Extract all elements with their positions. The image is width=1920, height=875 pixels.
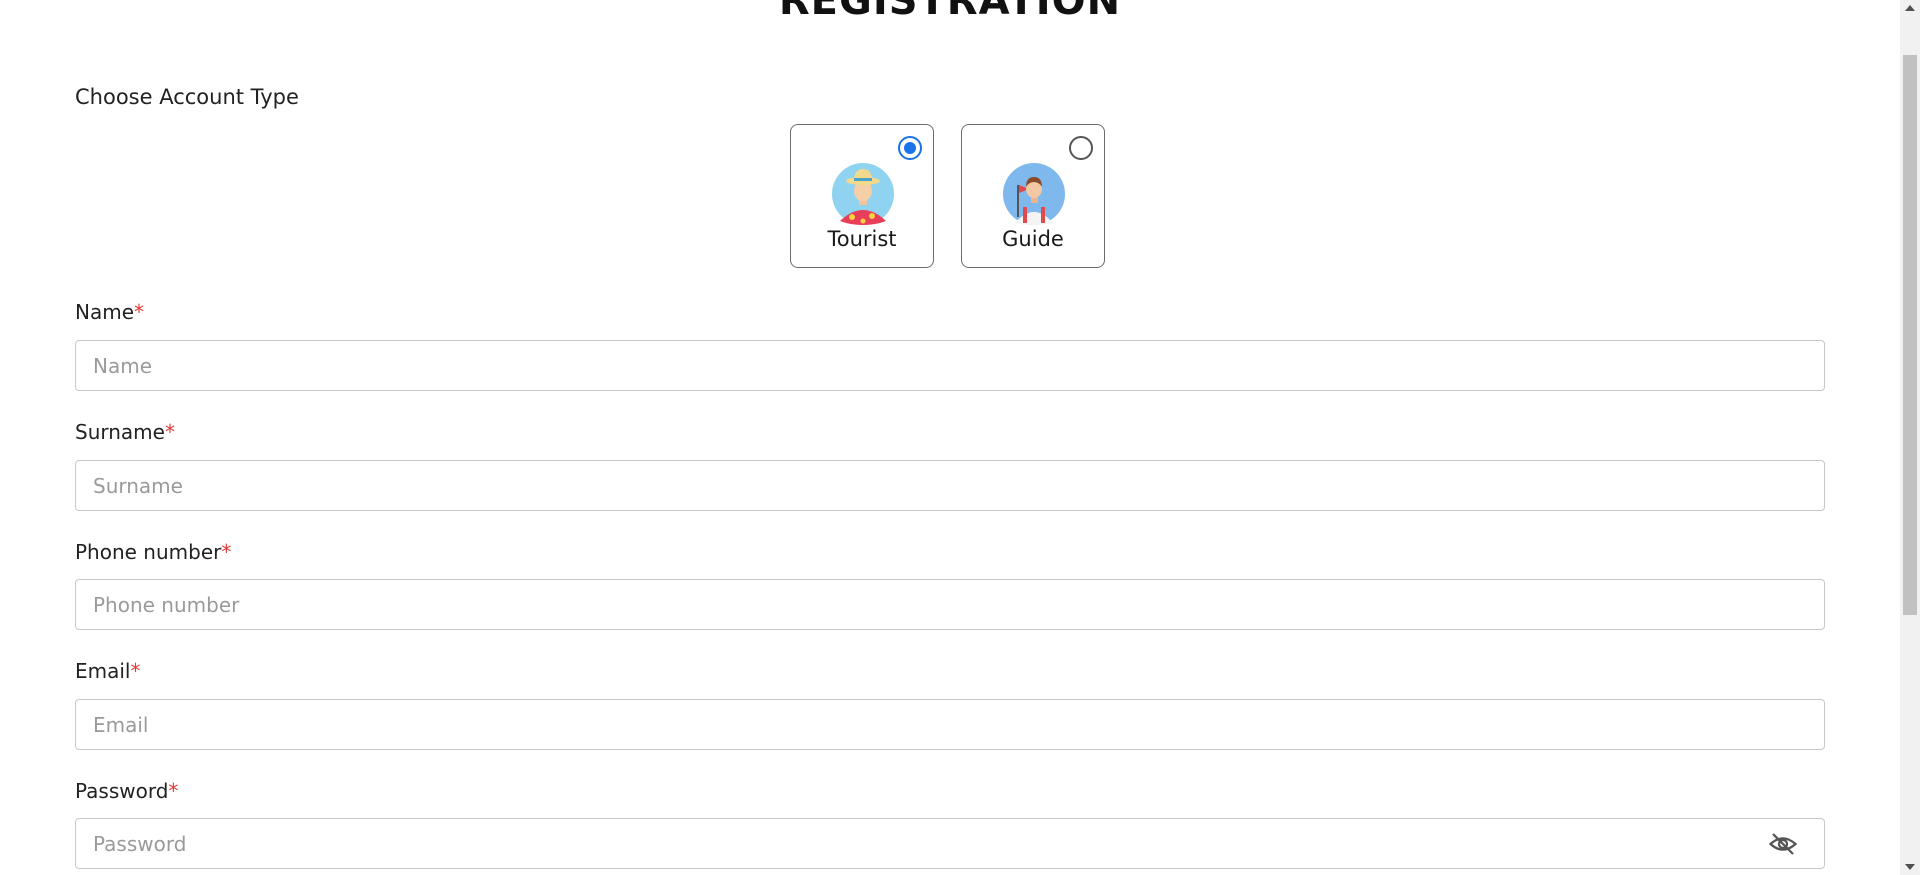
- name-label-text: Name: [75, 300, 135, 324]
- tourist-radio[interactable]: [898, 136, 922, 160]
- scroll-down-arrow-icon[interactable]: [1905, 864, 1915, 870]
- scrollbar-thumb[interactable]: [1903, 55, 1917, 615]
- tourist-label: Tourist: [827, 227, 897, 251]
- scroll-up-arrow-icon[interactable]: [1905, 5, 1915, 11]
- tourist-avatar-icon: [832, 163, 894, 225]
- email-input[interactable]: [75, 699, 1825, 750]
- phone-label-text: Phone number: [75, 540, 222, 564]
- guide-label: Guide: [1002, 227, 1064, 251]
- surname-label: Surname*: [75, 420, 175, 444]
- password-label: Password*: [75, 779, 178, 803]
- email-label: Email*: [75, 659, 141, 683]
- password-label-text: Password: [75, 779, 169, 803]
- phone-input[interactable]: [75, 579, 1825, 630]
- page-title: REGISTRATION: [778, 0, 1122, 24]
- guide-avatar-icon: [1003, 163, 1065, 225]
- required-mark: *: [168, 779, 179, 803]
- surname-label-text: Surname: [75, 420, 165, 444]
- page-scrollbar[interactable]: [1900, 0, 1920, 875]
- password-input[interactable]: [75, 818, 1825, 869]
- account-type-guide[interactable]: Guide: [961, 124, 1105, 268]
- required-mark: *: [221, 540, 232, 564]
- required-mark: *: [134, 300, 145, 324]
- name-label: Name*: [75, 300, 144, 324]
- guide-radio[interactable]: [1069, 136, 1093, 160]
- required-mark: *: [164, 420, 175, 444]
- account-type-heading: Choose Account Type: [75, 85, 299, 109]
- surname-input[interactable]: [75, 460, 1825, 511]
- account-type-options: Tourist Guide: [790, 124, 1105, 268]
- registration-page: REGISTRATION Choose Account Type Tourist…: [0, 0, 1920, 875]
- required-mark: *: [130, 659, 141, 683]
- eye-slash-icon[interactable]: [1768, 829, 1798, 859]
- phone-label: Phone number*: [75, 540, 231, 564]
- name-input[interactable]: [75, 340, 1825, 391]
- email-label-text: Email: [75, 659, 131, 683]
- account-type-tourist[interactable]: Tourist: [790, 124, 934, 268]
